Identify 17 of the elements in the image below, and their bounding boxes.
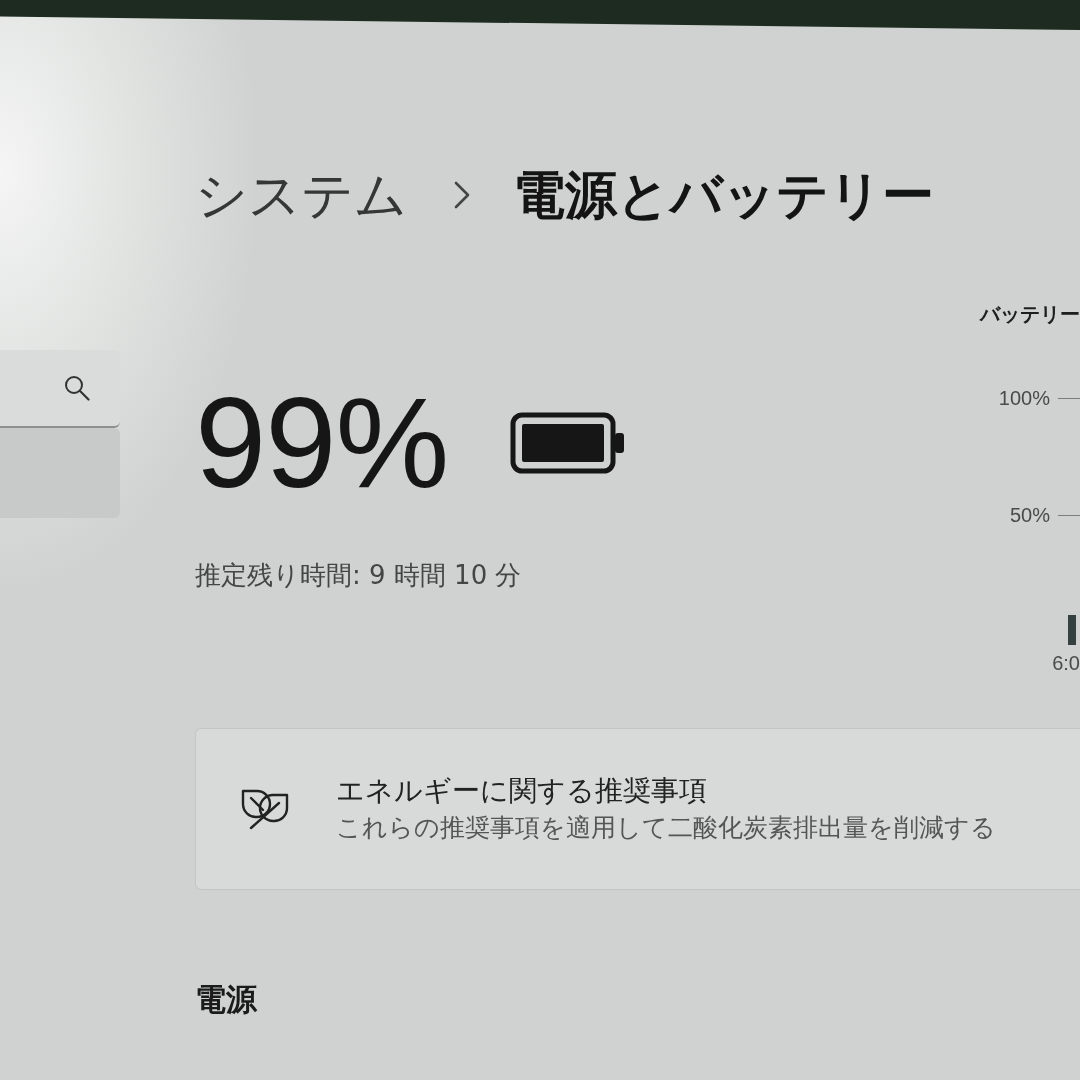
axis-label: 50% (1008, 503, 1050, 527)
axis-label: 100% (997, 386, 1050, 410)
card-title: エネルギーに関する推奨事項 (336, 774, 708, 808)
breadcrumb-link[interactable]: システム (195, 164, 407, 226)
axis-label: 6:0 (1051, 651, 1080, 675)
chevron-icon (454, 181, 470, 209)
page-title: 電源とバッテリー (513, 164, 934, 226)
battery-percentage: 99% (195, 379, 449, 507)
battery-icon (510, 412, 627, 474)
settings-card[interactable]: エネルギーに関する推奨事項 これらの推奨事項を適用して二酸化炭素排出量を削減する (195, 728, 1080, 890)
chart-title: バッテリー (980, 302, 1080, 326)
search-icon (64, 375, 90, 401)
time-remaining: 推定残り時間: 9 時間 10 分 (195, 559, 523, 592)
card-description: これらの推奨事項を適用して二酸化炭素排出量を削減する (336, 812, 996, 844)
search-field[interactable] (0, 350, 120, 428)
section-heading: 電源 (195, 981, 258, 1018)
chart-bar (1068, 615, 1076, 645)
